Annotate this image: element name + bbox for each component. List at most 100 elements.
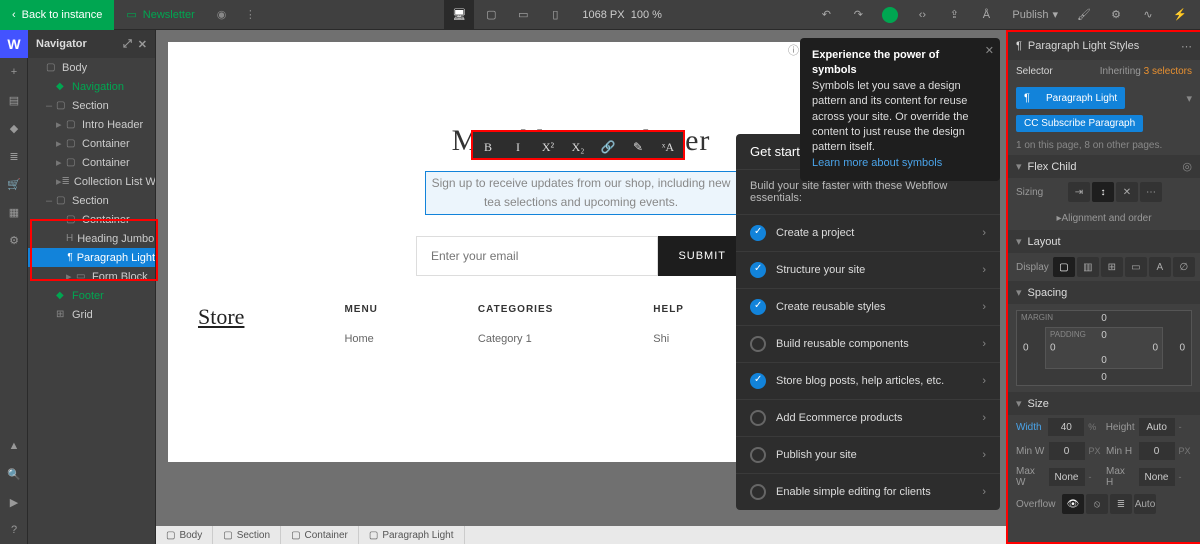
- target-icon[interactable]: ◎: [1182, 160, 1192, 173]
- mobile-landscape-button[interactable]: ▭: [508, 0, 538, 30]
- add-element-button[interactable]: +: [0, 58, 28, 86]
- undo-button[interactable]: ↶: [812, 1, 840, 29]
- settings-button[interactable]: ⚙: [0, 226, 28, 254]
- preview-button[interactable]: ◉: [207, 8, 237, 21]
- width-input[interactable]: [1048, 418, 1084, 436]
- overflow-hidden-button[interactable]: ⦸: [1086, 494, 1108, 514]
- chevron-down-icon[interactable]: ▾: [1186, 92, 1192, 105]
- mobile-device-button[interactable]: ▯: [540, 0, 570, 30]
- back-to-instance-button[interactable]: ‹ Back to instance: [0, 0, 114, 30]
- display-flex-button[interactable]: ▥: [1077, 257, 1099, 277]
- checklist-item[interactable]: Publish your site›: [736, 436, 1000, 473]
- assets-button[interactable]: ▦: [0, 198, 28, 226]
- padding-top[interactable]: 0: [1101, 330, 1107, 341]
- breadcrumb-paragraph-light[interactable]: ▢ Paragraph Light: [359, 526, 465, 544]
- footer-help-link[interactable]: Shi: [653, 333, 684, 345]
- cms-button[interactable]: ≣: [0, 142, 28, 170]
- collapse-icon[interactable]: ⤢: [123, 38, 132, 51]
- nav-item-body[interactable]: ▢Body: [28, 58, 155, 77]
- tablet-device-button[interactable]: ▢: [476, 0, 506, 30]
- display-inline-button[interactable]: A: [1149, 257, 1171, 277]
- nav-item-container[interactable]: ▸▢Container: [28, 134, 155, 153]
- tooltip-close-button[interactable]: ✕: [985, 44, 994, 59]
- checklist-item[interactable]: Create a project›: [736, 214, 1000, 251]
- nav-item-paragraph-light[interactable]: ¶Paragraph Light: [28, 248, 155, 267]
- nav-item-footer[interactable]: ◆Footer: [28, 286, 155, 305]
- nav-item-navigation[interactable]: ◆Navigation: [28, 77, 155, 96]
- maxw-input[interactable]: [1049, 468, 1085, 486]
- display-none-button[interactable]: ∅: [1173, 257, 1195, 277]
- footer-menu-link[interactable]: Home: [344, 333, 377, 345]
- alignment-order-row[interactable]: ▸ Alignment and order: [1008, 206, 1200, 230]
- margin-right[interactable]: 0: [1179, 343, 1185, 354]
- margin-bottom[interactable]: 0: [1101, 372, 1107, 383]
- publish-button[interactable]: Publish ▾: [1004, 8, 1066, 21]
- height-input[interactable]: [1139, 418, 1175, 436]
- overflow-visible-button[interactable]: 👁: [1062, 494, 1084, 514]
- checklist-item[interactable]: Add Ecommerce products›: [736, 399, 1000, 436]
- inheriting-count[interactable]: 3 selectors: [1144, 66, 1192, 77]
- nav-item-collection-list-wrapper[interactable]: ▸≣Collection List Wrapper: [28, 172, 155, 191]
- ecommerce-button[interactable]: 🛒: [0, 170, 28, 198]
- audit-button[interactable]: ▲: [0, 432, 28, 460]
- margin-left[interactable]: 0: [1023, 343, 1029, 354]
- padding-left[interactable]: 0: [1050, 343, 1056, 354]
- interactions-tab[interactable]: ∿: [1134, 1, 1162, 29]
- more-icon[interactable]: ⋯: [1181, 40, 1192, 53]
- italic-button[interactable]: I: [503, 132, 533, 162]
- bold-button[interactable]: B: [473, 132, 503, 162]
- nav-item-section[interactable]: –▢Section: [28, 191, 155, 210]
- minh-input[interactable]: [1139, 442, 1175, 460]
- combo-class-tag[interactable]: CC Subscribe Paragraph: [1016, 115, 1143, 132]
- nav-item-container[interactable]: –▢Container: [28, 210, 155, 229]
- paragraph-light-selected[interactable]: Sign up to receive updates from our shop…: [426, 172, 736, 214]
- tooltip-link[interactable]: Learn more about symbols: [812, 157, 942, 169]
- size-section[interactable]: ▾Size: [1008, 392, 1200, 415]
- status-button[interactable]: [876, 1, 904, 29]
- overflow-scroll-button[interactable]: ≣: [1110, 494, 1132, 514]
- close-icon[interactable]: ✕: [138, 38, 147, 51]
- page-dropdown[interactable]: ▭ Newsletter: [114, 8, 206, 21]
- desktop-device-button[interactable]: 🖥: [444, 0, 474, 30]
- nav-item-heading-jumbo-sma[interactable]: HHeading Jumbo Sma: [28, 229, 155, 248]
- checklist-item[interactable]: Structure your site›: [736, 251, 1000, 288]
- submit-button[interactable]: SUBMIT: [658, 236, 746, 276]
- padding-bottom[interactable]: 0: [1101, 355, 1107, 366]
- video-button[interactable]: ▶: [0, 488, 28, 516]
- display-grid-button[interactable]: ⊞: [1101, 257, 1123, 277]
- breadcrumb-section[interactable]: ▢ Section: [213, 526, 281, 544]
- display-block-button[interactable]: ▢: [1053, 257, 1075, 277]
- checklist-item[interactable]: Create reusable styles›: [736, 288, 1000, 325]
- superscript-button[interactable]: X²: [533, 132, 563, 162]
- textcolor-button[interactable]: ˣA: [653, 132, 683, 162]
- padding-right[interactable]: 0: [1152, 343, 1158, 354]
- overflow-auto-button[interactable]: Auto: [1134, 494, 1156, 514]
- navigator-button[interactable]: ◆: [0, 114, 28, 142]
- menu-button[interactable]: ⋮: [236, 8, 264, 21]
- email-input[interactable]: [416, 236, 658, 276]
- sizing-grow-button[interactable]: ↕: [1092, 182, 1114, 202]
- sizing-more-button[interactable]: ⋯: [1140, 182, 1162, 202]
- spacing-section[interactable]: ▾Spacing: [1008, 281, 1200, 304]
- nav-item-form-block[interactable]: ▸▭Form Block: [28, 267, 155, 286]
- nav-item-grid[interactable]: ⊞Grid: [28, 305, 155, 324]
- help-button[interactable]: ?: [0, 516, 28, 544]
- class-selector[interactable]: ¶ Paragraph Light ▾: [1008, 83, 1200, 113]
- sizing-none-button[interactable]: ✕: [1116, 182, 1138, 202]
- link-button[interactable]: 🔗: [593, 132, 623, 162]
- footer-cat-link[interactable]: Category 1: [478, 333, 553, 345]
- checklist-item[interactable]: Store blog posts, help articles, etc.›: [736, 362, 1000, 399]
- nav-item-section[interactable]: –▢Section: [28, 96, 155, 115]
- subscript-button[interactable]: X₂: [563, 132, 593, 162]
- layout-section[interactable]: ▾Layout: [1008, 230, 1200, 253]
- flex-child-section[interactable]: ▾Flex Child◎: [1008, 155, 1200, 178]
- nav-item-intro-header[interactable]: ▸▢Intro Header: [28, 115, 155, 134]
- store-logo[interactable]: Store: [198, 304, 244, 345]
- breadcrumb-container[interactable]: ▢ Container: [281, 526, 359, 544]
- maxh-input[interactable]: [1139, 468, 1175, 486]
- brush-tab[interactable]: 🖌: [1070, 1, 1098, 29]
- minw-input[interactable]: [1049, 442, 1085, 460]
- effects-tab[interactable]: ⚡: [1166, 1, 1194, 29]
- checklist-item[interactable]: Enable simple editing for clients›: [736, 473, 1000, 510]
- export-button[interactable]: ⇪: [940, 1, 968, 29]
